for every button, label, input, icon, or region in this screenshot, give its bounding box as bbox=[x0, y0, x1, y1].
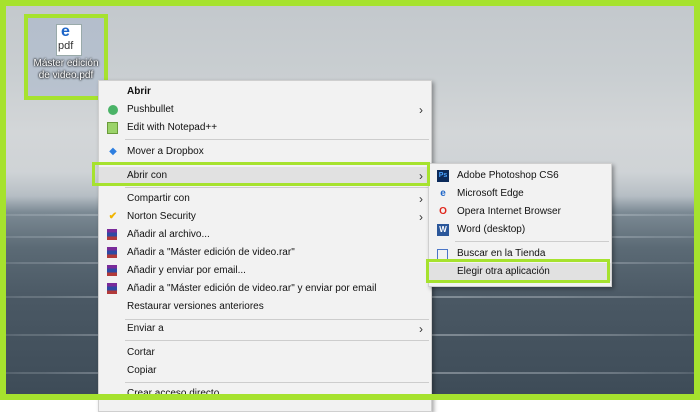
edge-logo-icon: e bbox=[61, 23, 70, 40]
menu-item-dropbox[interactable]: ◆ Mover a Dropbox bbox=[99, 143, 431, 161]
submenu-item-photoshop[interactable]: Ps Adobe Photoshop CS6 bbox=[429, 167, 611, 185]
photoshop-icon: Ps bbox=[437, 170, 449, 182]
menu-item-abrir[interactable]: Abrir bbox=[99, 83, 431, 101]
file-type-label: pdf bbox=[58, 40, 74, 52]
menu-item-edit-notepad[interactable]: Edit with Notepad++ bbox=[99, 119, 431, 137]
chevron-right-icon: › bbox=[419, 192, 423, 206]
dropbox-icon: ◆ bbox=[109, 146, 117, 157]
menu-item-anadir-rar[interactable]: Añadir a "Máster edición de video.rar" bbox=[99, 244, 431, 262]
menu-item-anadir-enviar-email[interactable]: Añadir y enviar por email... bbox=[99, 262, 431, 280]
menu-item-pushbullet[interactable]: Pushbullet › bbox=[99, 101, 431, 119]
pushbullet-icon bbox=[108, 105, 118, 115]
menu-separator bbox=[125, 382, 429, 383]
submenu-item-opera[interactable]: O Opera Internet Browser bbox=[429, 203, 611, 221]
menu-item-norton-security[interactable]: ✔ Norton Security › bbox=[99, 208, 431, 226]
file-name-label: Máster edición de video.pdf bbox=[33, 58, 99, 81]
submenu-item-word[interactable]: W Word (desktop) bbox=[429, 221, 611, 239]
edge-icon: e bbox=[440, 188, 446, 199]
submenu-item-edge[interactable]: e Microsoft Edge bbox=[429, 185, 611, 203]
notepad-icon bbox=[107, 122, 118, 134]
menu-item-cortar[interactable]: Cortar bbox=[99, 344, 431, 362]
menu-item-anadir-rar-email[interactable]: Añadir a "Máster edición de video.rar" y… bbox=[99, 280, 431, 298]
winrar-icon bbox=[107, 247, 117, 258]
winrar-icon bbox=[107, 283, 117, 294]
menu-separator bbox=[125, 187, 429, 188]
winrar-icon bbox=[107, 229, 117, 240]
menu-item-enviar-a[interactable]: Enviar a › bbox=[99, 320, 431, 338]
menu-item-crear-acceso-directo[interactable]: Crear acceso directo bbox=[99, 385, 431, 403]
chevron-right-icon: › bbox=[419, 103, 423, 117]
menu-item-restaurar-versiones[interactable]: Restaurar versiones anteriores bbox=[99, 298, 431, 316]
menu-item-compartir-con[interactable]: Compartir con › bbox=[99, 190, 431, 208]
menu-item-copiar[interactable]: Copiar bbox=[99, 362, 431, 380]
menu-separator bbox=[455, 241, 609, 242]
winrar-icon bbox=[107, 265, 117, 276]
highlight-box-abrir-con bbox=[92, 162, 430, 186]
chevron-right-icon: › bbox=[419, 210, 423, 224]
opera-icon: O bbox=[439, 206, 447, 217]
context-menu: Abrir Pushbullet › Edit with Notepad++ ◆… bbox=[98, 80, 432, 412]
desktop-file-icon[interactable]: e pdf Máster edición de video.pdf bbox=[24, 14, 108, 100]
norton-icon: ✔ bbox=[108, 211, 118, 222]
pdf-file-icon: e pdf bbox=[56, 23, 82, 56]
word-icon: W bbox=[437, 224, 449, 236]
menu-item-anadir-archivo[interactable]: Añadir al archivo... bbox=[99, 226, 431, 244]
chevron-right-icon: › bbox=[419, 322, 423, 336]
highlight-box-elegir-otra bbox=[426, 259, 610, 283]
menu-separator bbox=[125, 340, 429, 341]
menu-separator bbox=[125, 139, 429, 140]
